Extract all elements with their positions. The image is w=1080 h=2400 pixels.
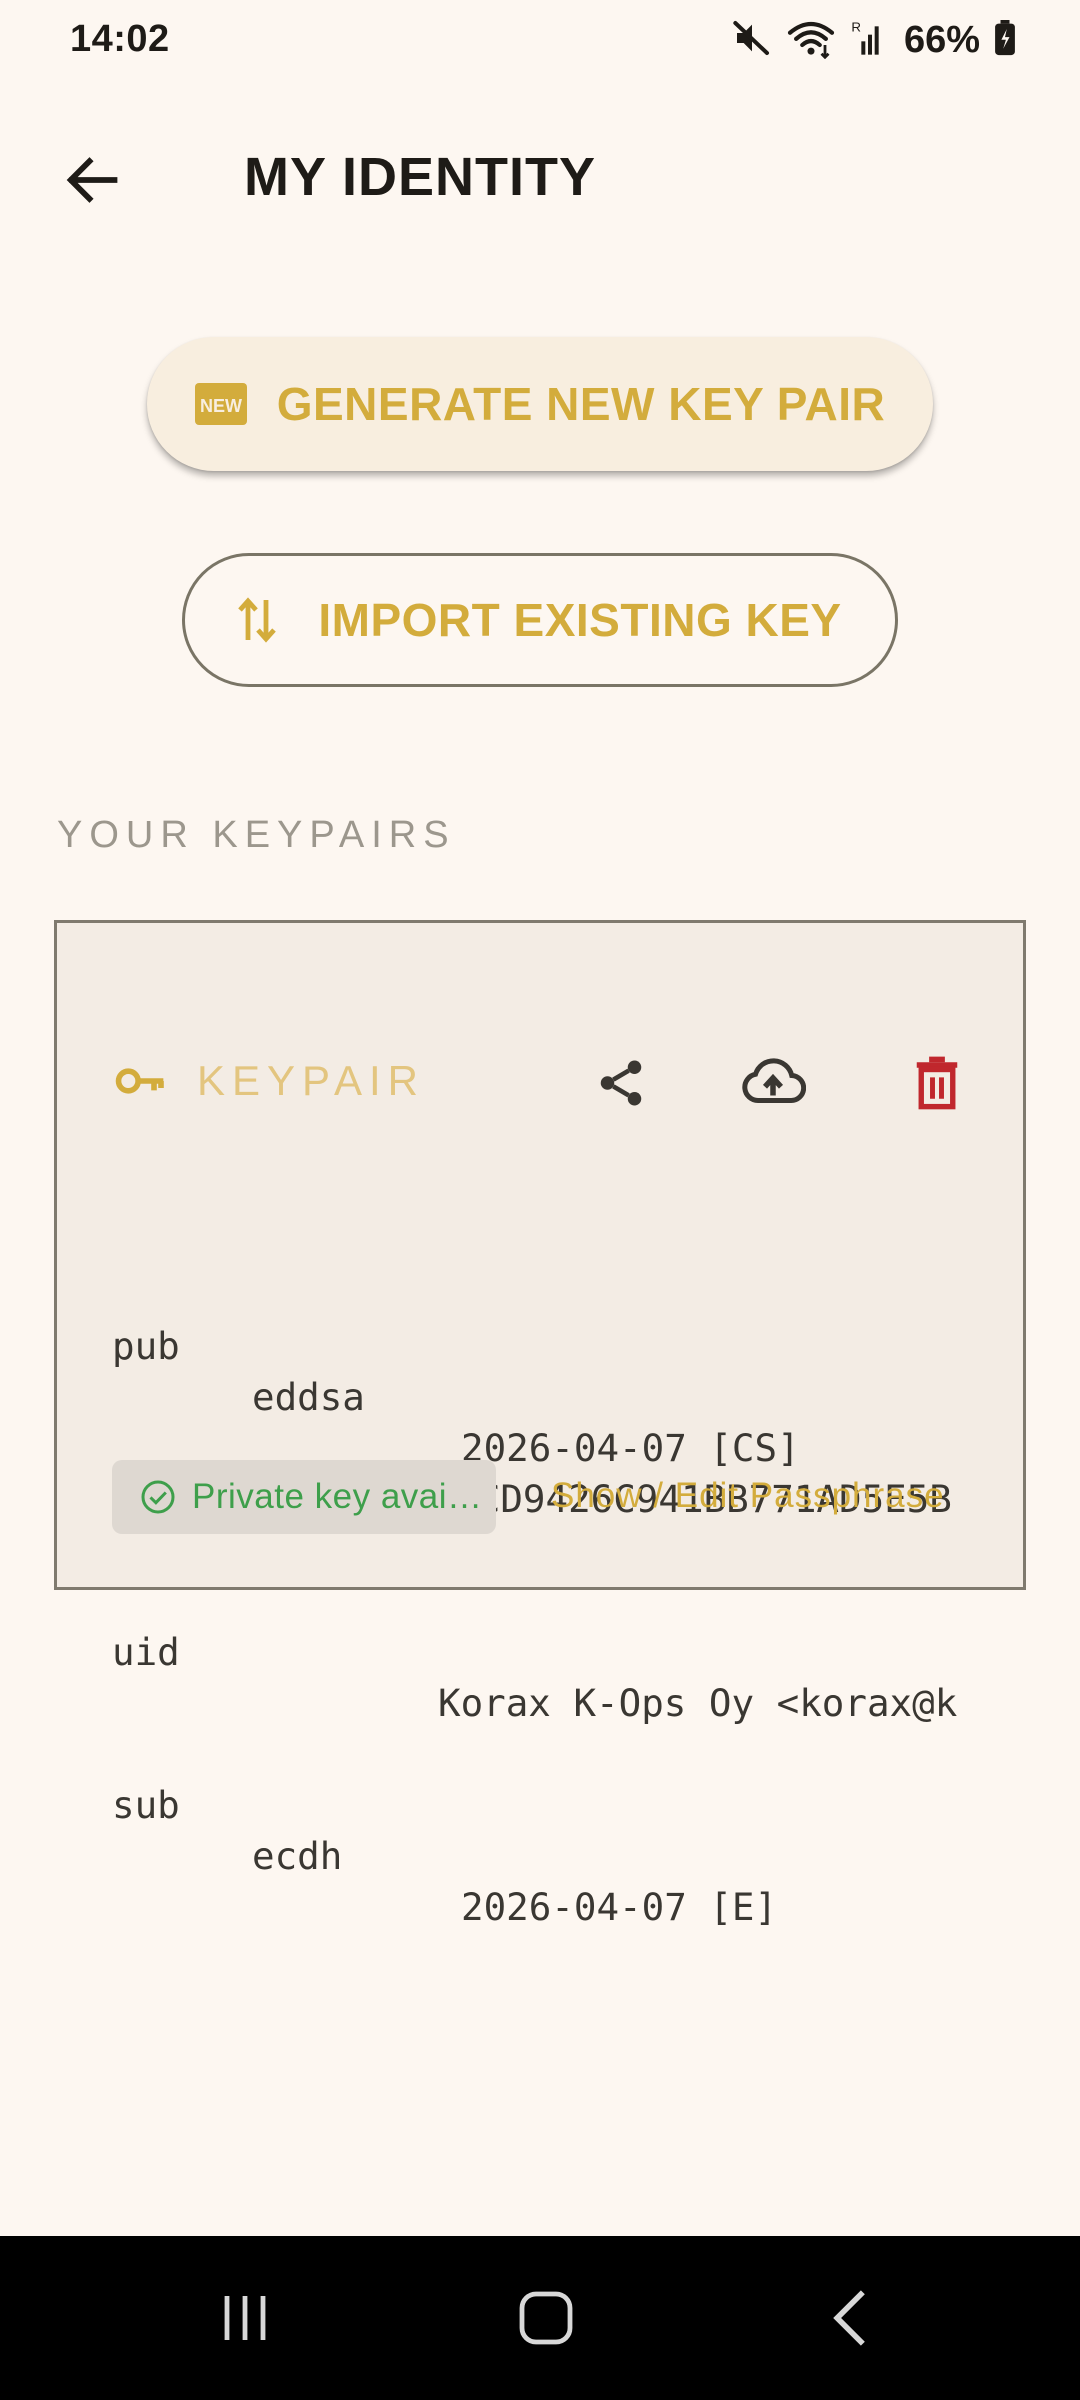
pub-algorithm: eddsa: [252, 1375, 365, 1419]
home-button[interactable]: [476, 2258, 616, 2378]
import-existing-key-label: IMPORT EXISTING KEY: [318, 594, 842, 646]
swap-vertical-icon: [238, 597, 277, 643]
delete-button[interactable]: [891, 1037, 983, 1129]
pub-date-flags: 2026-04-07 [CS]: [461, 1426, 800, 1470]
status-bar: 14:02 R 66%: [0, 0, 1080, 80]
arrow-back-icon: [66, 157, 118, 203]
battery-percent: 66%: [903, 18, 980, 61]
key-icon: [112, 1053, 168, 1114]
recents-icon: [224, 2296, 266, 2340]
signal-icon: R: [850, 18, 886, 63]
battery-icon: [994, 19, 1016, 61]
svg-text:R: R: [851, 19, 861, 34]
page-title: MY IDENTITY: [244, 147, 597, 207]
svg-text:NEW: NEW: [200, 396, 242, 416]
import-existing-key-button[interactable]: IMPORT EXISTING KEY: [182, 553, 898, 687]
keypair-card-header: KEYPAIR: [57, 1033, 1023, 1133]
recents-button[interactable]: [175, 2258, 315, 2378]
share-button[interactable]: [575, 1037, 667, 1129]
new-badge-icon: NEW: [194, 383, 247, 425]
sub-date-flags: 2026-04-07 [E]: [461, 1885, 778, 1929]
sub-label: sub: [112, 1783, 180, 1827]
home-icon: [519, 2291, 573, 2345]
keypair-title: KEYPAIR: [197, 1057, 425, 1104]
private-key-status-badge: Private key avai…: [112, 1460, 496, 1534]
sub-row: sub ecdh 2026-04-07 [E]: [112, 1729, 777, 1929]
check-circle-icon: [141, 1480, 175, 1514]
back-nav-button[interactable]: [780, 2258, 920, 2378]
status-icons: R 66%: [732, 16, 1016, 64]
back-button[interactable]: [48, 136, 136, 224]
generate-key-pair-label: GENERATE NEW KEY PAIR: [276, 378, 886, 430]
screen: 14:02 R 66% MY IDENTITY NEW GENERATE NEW…: [0, 0, 1080, 2400]
uid-label: uid: [112, 1630, 180, 1674]
upload-button[interactable]: [727, 1037, 819, 1129]
private-key-status-text: Private key avai…: [192, 1477, 483, 1516]
section-title: YOUR KEYPAIRS: [57, 814, 456, 856]
show-edit-passphrase-link[interactable]: Show / Edit Passphrase: [551, 1476, 945, 1516]
pub-row: pub eddsa 2026-04-07 [CS]: [112, 1270, 800, 1470]
cloud-upload-icon: [742, 1058, 806, 1103]
mute-icon: [732, 18, 772, 63]
status-time: 14:02: [70, 18, 170, 60]
uid-row: uid Korax K-Ops Oy <korax@k: [112, 1576, 957, 1725]
share-icon: [600, 1060, 642, 1106]
app-bar: MY IDENTITY: [0, 120, 1080, 230]
pub-label: pub: [112, 1324, 180, 1368]
uid-value: Korax K-Ops Oy <korax@k: [438, 1681, 958, 1725]
sub-algorithm: ecdh: [252, 1834, 343, 1878]
delete-icon: [916, 1056, 958, 1110]
wifi-icon: [786, 17, 836, 64]
system-nav-bar: [0, 2236, 1080, 2400]
generate-key-pair-button[interactable]: NEW GENERATE NEW KEY PAIR: [147, 337, 933, 471]
back-nav-icon: [833, 2290, 865, 2346]
keypair-card[interactable]: KEYPAIR pub eddsa 2026-04-07 [CS] 9C1283…: [54, 920, 1026, 1929]
